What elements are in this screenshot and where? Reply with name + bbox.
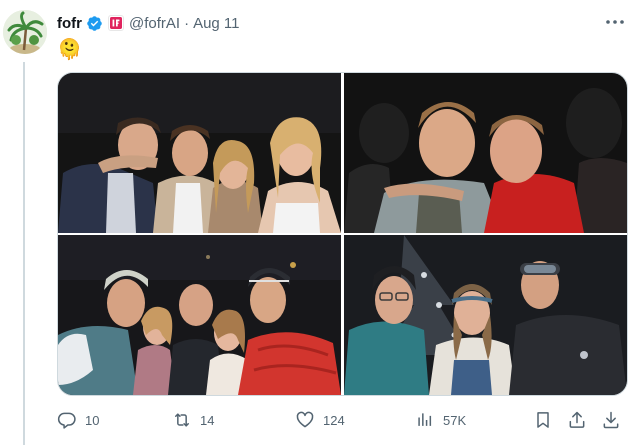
- views-button[interactable]: 57K: [415, 410, 466, 430]
- post-header: fofr @fofrAI · Aug 11: [57, 12, 240, 34]
- media-grid[interactable]: [57, 72, 628, 396]
- views-count: 57K: [443, 412, 467, 428]
- reply-button[interactable]: 10: [57, 410, 99, 430]
- photo-1[interactable]: [58, 73, 341, 233]
- reply-count: 10: [85, 412, 100, 428]
- avatar[interactable]: [3, 10, 47, 54]
- repost-button[interactable]: 14: [172, 410, 214, 430]
- action-bar: 10 14 124 57K: [57, 408, 628, 434]
- author-handle[interactable]: @fofrAI: [129, 15, 180, 32]
- views-icon: [418, 413, 432, 426]
- download-button[interactable]: [601, 410, 621, 430]
- affiliate-badge-icon[interactable]: [108, 15, 124, 31]
- bookmark-icon: [537, 412, 549, 428]
- more-icon[interactable]: [603, 12, 627, 32]
- repost-count: 14: [200, 412, 215, 428]
- post-text: 🫠: [57, 39, 82, 61]
- verified-badge-icon[interactable]: [86, 15, 103, 32]
- share-icon: [569, 411, 585, 428]
- like-button[interactable]: 124: [295, 410, 345, 430]
- bookmark-button[interactable]: [533, 410, 553, 430]
- post-date[interactable]: Aug 11: [193, 15, 239, 32]
- avatar-image: [3, 10, 47, 54]
- like-count: 124: [323, 412, 345, 428]
- share-button[interactable]: [567, 410, 587, 430]
- like-icon: [296, 411, 314, 428]
- reply-icon: [57, 412, 76, 429]
- photo-4[interactable]: [344, 235, 627, 395]
- thread-line: [23, 62, 25, 445]
- author-name[interactable]: fofr: [57, 15, 82, 32]
- photo-3[interactable]: [58, 235, 341, 395]
- separator-dot: ·: [184, 14, 190, 32]
- repost-icon: [175, 413, 189, 427]
- download-icon: [603, 411, 619, 429]
- photo-2[interactable]: [344, 73, 627, 233]
